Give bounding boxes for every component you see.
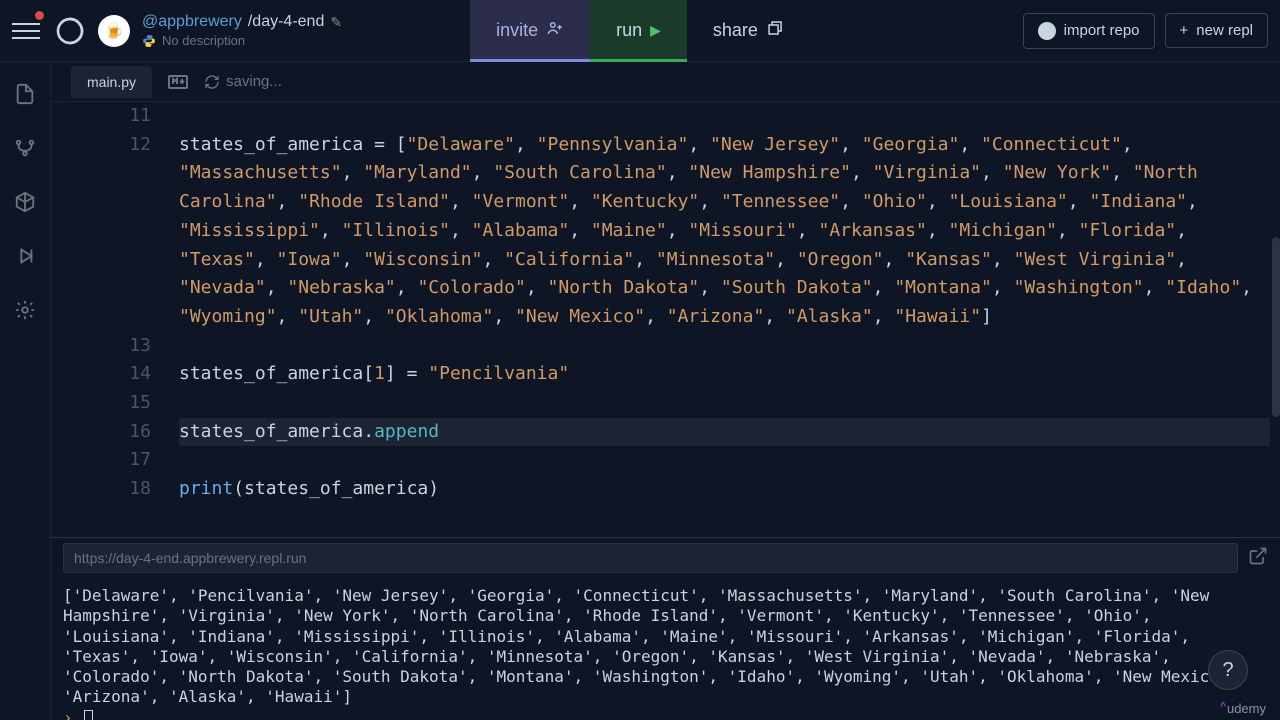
version-control-icon[interactable] [13, 136, 37, 160]
help-button[interactable]: ? [1208, 650, 1248, 690]
invite-button[interactable]: invite [470, 0, 590, 62]
line-gutter: 1112131415161718 [51, 102, 179, 537]
sidebar [0, 62, 51, 720]
debugger-icon[interactable] [13, 244, 37, 268]
repl-description: No description [162, 33, 245, 48]
console-output[interactable]: ['Delaware', 'Pencilvania', 'New Jersey'… [51, 578, 1280, 720]
github-icon [1038, 22, 1056, 40]
repl-info: @appbrewery/day-4-end ✎ No description [142, 13, 342, 48]
share-icon [766, 19, 784, 42]
run-button[interactable]: run ▶ [590, 0, 687, 62]
repl-owner[interactable]: @appbrewery [142, 13, 242, 31]
python-icon [142, 34, 156, 48]
menu-icon[interactable] [12, 17, 40, 45]
edit-title-icon[interactable]: ✎ [330, 14, 342, 31]
console-panel: ['Delaware', 'Pencilvania', 'New Jersey'… [51, 537, 1280, 720]
app-header: 🍺 @appbrewery/day-4-end ✎ No description… [0, 0, 1280, 62]
replit-logo-icon[interactable] [54, 15, 86, 47]
files-icon[interactable] [13, 82, 37, 106]
repl-name: /day-4-end [248, 13, 325, 31]
udemy-watermark: udemy [1220, 701, 1266, 716]
refresh-icon [204, 74, 220, 90]
console-url-input[interactable] [63, 543, 1238, 573]
tabs-bar: main.py saving... [51, 62, 1280, 102]
import-repo-button[interactable]: import repo [1023, 13, 1155, 49]
editor-scrollbar[interactable] [1272, 202, 1280, 482]
markdown-icon[interactable] [166, 70, 190, 94]
play-icon: ▶ [650, 22, 661, 39]
org-avatar[interactable]: 🍺 [98, 15, 130, 47]
settings-icon[interactable] [13, 298, 37, 322]
new-repl-button[interactable]: + new repl [1165, 13, 1268, 48]
invite-icon [546, 19, 564, 42]
share-button[interactable]: share [687, 0, 810, 62]
saving-indicator: saving... [204, 73, 282, 90]
open-external-icon[interactable] [1248, 546, 1268, 571]
packages-icon[interactable] [13, 190, 37, 214]
code-area[interactable]: states_of_america = ["Delaware", "Pennsy… [179, 102, 1280, 537]
tab-main-py[interactable]: main.py [71, 66, 152, 98]
code-editor[interactable]: 1112131415161718 states_of_america = ["D… [51, 102, 1280, 537]
plus-icon: + [1180, 22, 1189, 39]
